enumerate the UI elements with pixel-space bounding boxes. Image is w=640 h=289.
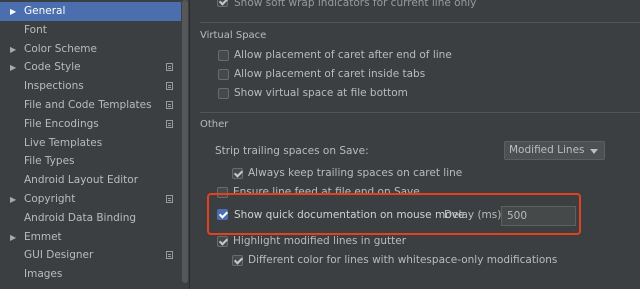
sidebar-item-file-encodings[interactable]: File Encodings <box>0 115 181 134</box>
sidebar-item-gui-designer[interactable]: GUI Designer <box>0 246 181 265</box>
virtual-space-bottom-label[interactable]: Show virtual space at file bottom <box>234 87 408 99</box>
section-separator <box>200 112 640 113</box>
project-scope-icon <box>166 251 173 260</box>
expand-arrow-icon[interactable]: ▶ <box>10 190 20 209</box>
sidebar-item-emmet[interactable]: ▶ Emmet <box>0 228 181 247</box>
settings-sidebar: ▶ General Font ▶ Color Scheme ▶ Code Style Insp… <box>0 0 181 289</box>
sidebar-item-android-data-binding[interactable]: Android Data Binding <box>0 209 181 228</box>
other-title: Other <box>200 119 229 130</box>
soft-wrap-indicator-checkbox[interactable] <box>217 0 228 7</box>
expand-arrow-icon[interactable]: ▶ <box>10 40 20 59</box>
sidebar-item-label: File Types <box>24 155 75 168</box>
caret-inside-tabs-checkbox[interactable] <box>218 69 229 80</box>
caret-after-eol-label[interactable]: Allow placement of caret after end of li… <box>234 49 452 61</box>
highlight-modified-checkbox[interactable] <box>217 236 228 247</box>
sidebar-item-file-and-code-templates[interactable]: File and Code Templates <box>0 96 181 115</box>
chevron-down-icon <box>590 149 598 154</box>
sidebar-item-font[interactable]: Font <box>0 21 181 40</box>
expand-arrow-icon[interactable]: ▶ <box>10 58 20 77</box>
whitespace-color-label[interactable]: Different color for lines with whitespac… <box>248 254 557 266</box>
caret-after-eol-checkbox[interactable] <box>218 50 229 61</box>
sidebar-item-code-style[interactable]: ▶ Code Style <box>0 58 181 77</box>
sidebar-item-label: Inspections <box>24 80 84 93</box>
sidebar-item-label: File Encodings <box>24 117 99 130</box>
sidebar-item-file-types[interactable]: File Types <box>0 152 181 171</box>
sidebar-item-android-layout-editor[interactable]: Android Layout Editor <box>0 171 181 190</box>
sidebar-item-general[interactable]: ▶ General <box>0 2 181 21</box>
sidebar-item-live-templates[interactable]: Live Templates <box>0 134 181 153</box>
sidebar-item-color-scheme[interactable]: ▶ Color Scheme <box>0 40 181 59</box>
sidebar-item-label: Code Style <box>24 61 81 74</box>
expand-arrow-icon[interactable]: ▶ <box>10 228 20 247</box>
strip-spaces-dropdown[interactable]: Modified Lines <box>504 141 605 160</box>
project-scope-icon <box>166 63 173 72</box>
sidebar-item-label: Font <box>24 23 47 36</box>
sidebar-item-inspections[interactable]: Inspections <box>0 77 181 96</box>
whitespace-color-checkbox[interactable] <box>232 255 243 266</box>
sidebar-item-label: Color Scheme <box>24 42 97 55</box>
sidebar-item-label: Android Layout Editor <box>24 174 139 187</box>
section-separator <box>200 22 640 23</box>
project-scope-icon <box>166 119 173 128</box>
sidebar-item-label: GUI Designer <box>24 249 94 262</box>
project-scope-icon <box>166 101 173 109</box>
keep-caret-spaces-checkbox[interactable] <box>232 168 243 179</box>
strip-spaces-label: Strip trailing spaces on Save: <box>215 145 369 157</box>
project-scope-icon <box>166 195 173 203</box>
general-settings-panel: Show soft wrap indicators for current li… <box>190 0 640 289</box>
sidebar-item-images[interactable]: Images <box>0 265 181 284</box>
keep-caret-spaces-label[interactable]: Always keep trailing spaces on caret lin… <box>248 167 462 179</box>
sidebar-item-label: Copyright <box>24 193 76 205</box>
project-scope-icon <box>166 82 173 91</box>
sidebar-item-label: Android Data Binding <box>24 211 137 224</box>
soft-wrap-indicator-label: Show soft wrap indicators for current li… <box>234 0 477 9</box>
highlight-annotation-box <box>207 193 581 235</box>
sidebar-item-copyright[interactable]: ▶ Copyright <box>0 190 181 209</box>
expand-arrow-icon[interactable]: ▶ <box>10 2 20 21</box>
sidebar-item-label: Emmet <box>24 230 62 243</box>
sidebar-item-label: Live Templates <box>24 136 103 149</box>
sidebar-item-label: General <box>24 5 66 17</box>
strip-spaces-value: Modified Lines <box>509 144 585 156</box>
virtual-space-bottom-checkbox[interactable] <box>218 88 229 99</box>
sidebar-item-label: File and Code Templates <box>24 99 152 111</box>
highlight-modified-label[interactable]: Highlight modified lines in gutter <box>233 235 406 247</box>
sidebar-scrollbar-thumb[interactable] <box>182 0 188 283</box>
sidebar-item-label: Images <box>24 268 63 281</box>
caret-inside-tabs-label[interactable]: Allow placement of caret inside tabs <box>234 68 425 80</box>
virtual-space-title: Virtual Space <box>200 30 267 41</box>
sidebar-scrollbar[interactable] <box>181 0 189 289</box>
